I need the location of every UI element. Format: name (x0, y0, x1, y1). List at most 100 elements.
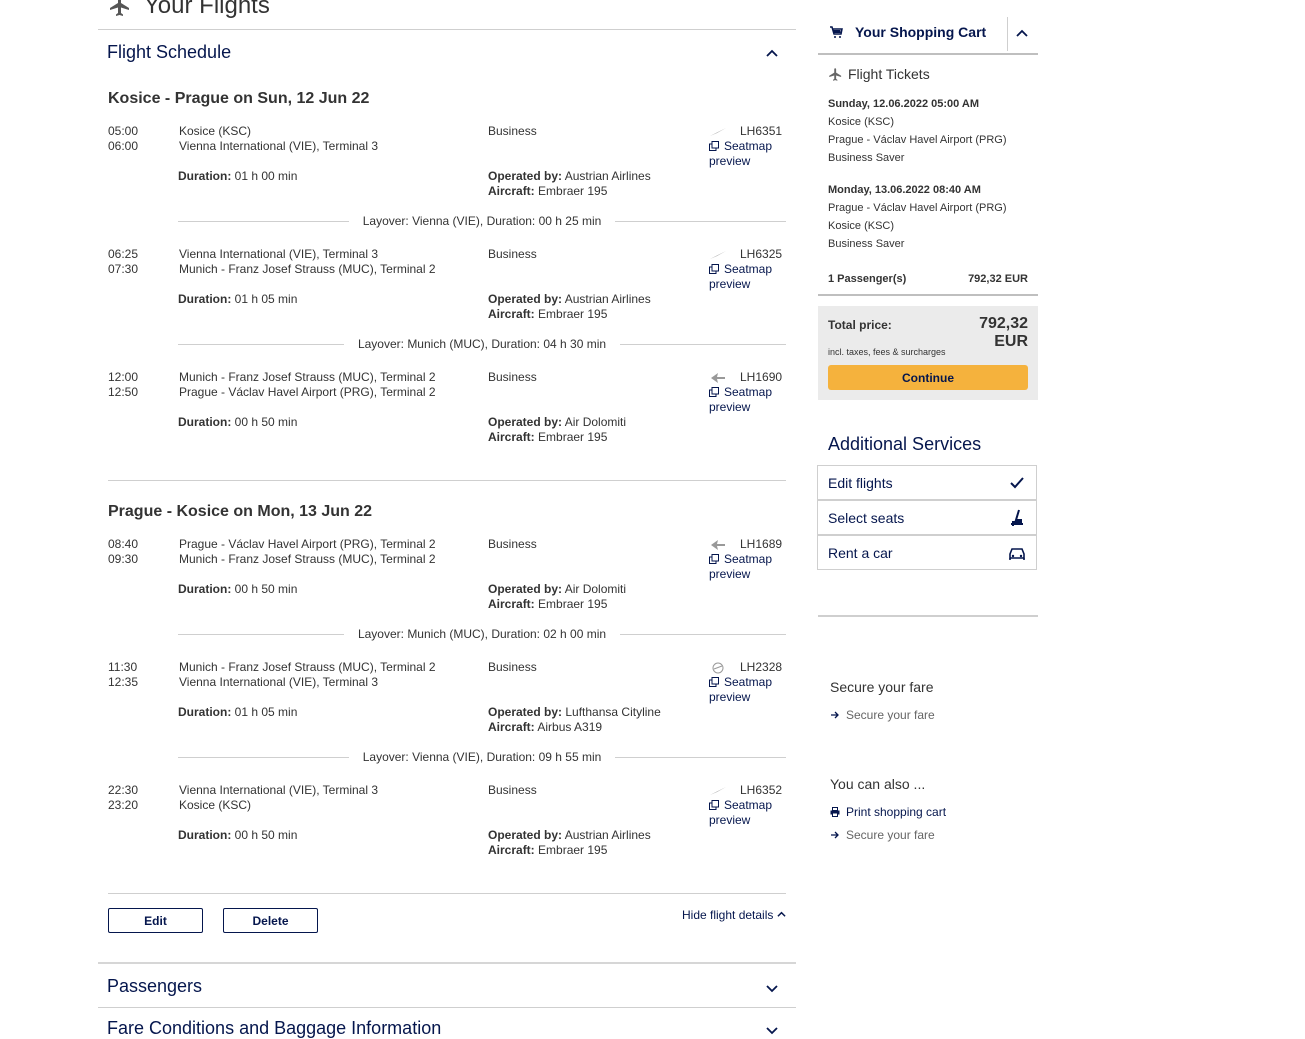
layover-row: Layover: Munich (MUC), Duration: 02 h 00… (178, 627, 787, 641)
leg-title: Prague - Kosice on Mon, 13 Jun 22 (108, 503, 373, 520)
shopping-cart-title: Your Shopping Cart (855, 24, 987, 40)
secure-fare-link[interactable]: Secure your fare (830, 708, 935, 722)
operator-info: Operated by: Air Dolomiti Aircraft: Embr… (488, 415, 626, 445)
operated-label: Operated by: (488, 828, 563, 842)
duration-value: 01 h 05 min (234, 292, 298, 306)
air-dolomiti-logo-icon (711, 540, 725, 550)
car-icon (1009, 547, 1025, 560)
divider (98, 1007, 796, 1008)
arrow-right-icon (831, 831, 839, 839)
arrival-station: Vienna International (VIE), Terminal 3 (179, 675, 379, 689)
seatmap-preview-link[interactable]: Seatmap preview (709, 675, 789, 705)
operator-info: Operated by: Air Dolomiti Aircraft: Embr… (488, 582, 626, 612)
leg-title: Kosice - Prague on Sun, 12 Jun 22 (108, 90, 370, 107)
operator: Air Dolomiti (564, 415, 627, 429)
operator: Austrian Airlines (564, 292, 651, 306)
arrival-station: Prague - Václav Havel Airport (PRG), Ter… (179, 385, 436, 399)
chevron-down-icon[interactable] (765, 1023, 779, 1037)
delete-button[interactable]: Delete (223, 908, 318, 933)
operated-label: Operated by: (488, 705, 563, 719)
seatmap-preview-link[interactable]: Seatmap preview (709, 385, 789, 415)
layover-row: Layover: Vienna (VIE), Duration: 00 h 25… (178, 214, 787, 228)
printer-icon (830, 807, 840, 817)
inbound-from: Prague - Václav Havel Airport (PRG) (828, 202, 1007, 214)
passengers-title[interactable]: Passengers (107, 976, 202, 997)
outbound-summary: Sunday, 12.06.2022 05:00 AM Kosice (KSC)… (828, 95, 1007, 167)
continue-button[interactable]: Continue (828, 365, 1028, 390)
print-cart-link[interactable]: Print shopping cart (830, 805, 946, 819)
flight-number: LH1689 (740, 537, 783, 551)
total-price: 792,32 EUR (979, 315, 1028, 350)
outbound-from: Kosice (KSC) (828, 116, 895, 128)
you-can-also-title: You can also ... (830, 776, 926, 792)
departure-station: Munich - Franz Josef Strauss (MUC), Term… (179, 660, 436, 674)
travel-class: Business (488, 370, 537, 384)
austrian-airlines-logo-icon (710, 251, 726, 259)
arrival-time: 23:20 (108, 798, 139, 812)
external-window-icon (709, 387, 719, 397)
seatmap-preview-link[interactable]: Seatmap preview (709, 552, 789, 582)
flight-number: LH6352 (740, 783, 783, 797)
secure-fare-link[interactable]: Secure your fare (830, 828, 935, 842)
operator: Air Dolomiti (564, 582, 627, 596)
duration-value: 00 h 50 min (234, 828, 298, 842)
departure-station: Vienna International (VIE), Terminal 3 (179, 247, 379, 261)
lufthansa-logo-icon (712, 662, 724, 674)
passenger-price: 792,32 EUR (968, 273, 1028, 285)
page-title: Your Flights (108, 0, 270, 20)
flight-number: LH2328 (740, 660, 783, 674)
flight-number: LH1690 (740, 370, 783, 384)
divider (98, 962, 796, 964)
departure-time: 05:00 (108, 124, 139, 138)
flight-segment: 05:00 06:00 Kosice (KSC) Vienna Internat… (108, 124, 788, 224)
flight-segment: 12:00 12:50 Munich - Franz Josef Strauss… (108, 370, 788, 470)
fare-conditions-title[interactable]: Fare Conditions and Baggage Information (107, 1018, 441, 1039)
departure-time: 12:00 (108, 370, 139, 384)
shopping-cart-header: Your Shopping Cart (829, 24, 986, 40)
hide-flight-details-link[interactable]: Hide flight details (682, 908, 786, 922)
arrival-time: 07:30 (108, 262, 139, 276)
airplane-icon (829, 67, 842, 81)
aircraft-label: Aircraft: (488, 184, 535, 198)
travel-class: Business (488, 660, 537, 674)
flight-number: LH6325 (740, 247, 783, 261)
inbound-date: Monday, 13.06.2022 08:40 AM (828, 184, 981, 196)
austrian-airlines-logo-icon (710, 787, 726, 795)
chevron-down-icon[interactable] (765, 981, 779, 995)
operator-info: Operated by: Lufthansa Cityline Aircraft… (488, 705, 661, 735)
seatmap-preview-link[interactable]: Seatmap preview (709, 139, 789, 169)
edit-flights-label: Edit flights (828, 474, 893, 491)
edit-flights-item[interactable]: Edit flights (817, 465, 1037, 500)
duration-label: Duration: (178, 415, 232, 429)
seatmap-preview-link[interactable]: Seatmap preview (709, 262, 789, 292)
duration-value: 01 h 00 min (234, 169, 298, 183)
inbound-to: Kosice (KSC) (828, 220, 895, 232)
select-seats-item[interactable]: Select seats (817, 500, 1037, 535)
travel-class: Business (488, 124, 537, 138)
divider (818, 53, 1038, 55)
flight-segment: 11:30 12:35 Munich - Franz Josef Strauss… (108, 660, 788, 760)
seatmap-preview-link[interactable]: Seatmap preview (709, 798, 789, 828)
external-window-icon (709, 264, 719, 274)
rent-a-car-item[interactable]: Rent a car (817, 535, 1037, 570)
flight-segment: 06:25 07:30 Vienna International (VIE), … (108, 247, 788, 347)
air-dolomiti-logo-icon (711, 373, 725, 383)
operated-label: Operated by: (488, 582, 563, 596)
departure-station: Kosice (KSC) (179, 124, 252, 138)
departure-time: 08:40 (108, 537, 139, 551)
chevron-up-icon (777, 911, 786, 917)
travel-class: Business (488, 783, 537, 797)
seat-icon (1011, 509, 1023, 526)
edit-button[interactable]: Edit (108, 908, 203, 933)
flight-segment: 22:30 23:20 Vienna International (VIE), … (108, 783, 788, 883)
flight-schedule-title[interactable]: Flight Schedule (107, 42, 231, 63)
arrival-time: 12:50 (108, 385, 139, 399)
page-title-text: Your Flights (144, 0, 270, 19)
operator-info: Operated by: Austrian Airlines Aircraft:… (488, 828, 651, 858)
departure-time: 22:30 (108, 783, 139, 797)
additional-services-title: Additional Services (828, 434, 982, 454)
duration: Duration: 01 h 05 min (178, 705, 297, 719)
chevron-up-icon[interactable] (765, 47, 779, 61)
chevron-up-icon[interactable] (1015, 27, 1029, 41)
secure-fare-link-label: Secure your fare (846, 708, 935, 722)
